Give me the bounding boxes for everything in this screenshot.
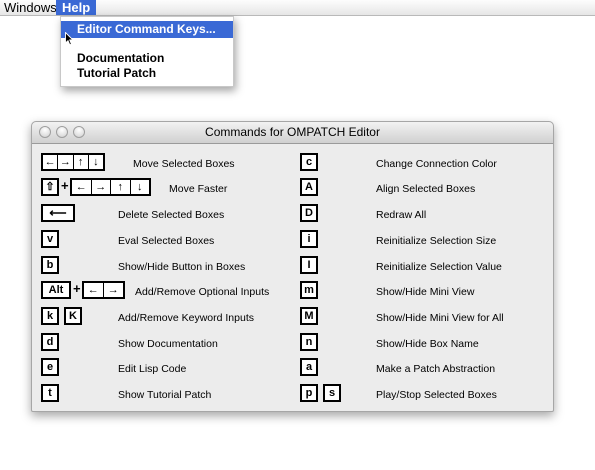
up-arrow-key: ↑ bbox=[111, 180, 131, 194]
command-label: Align Selected Boxes bbox=[376, 183, 476, 195]
backspace-key-icon: ⟵ bbox=[41, 204, 75, 222]
command-row-play-stop: p s Play/Stop Selected Boxes bbox=[300, 382, 550, 406]
command-row-eval: v Eval Selected Boxes bbox=[32, 228, 292, 252]
command-row-documentation: d Show Documentation bbox=[32, 331, 292, 355]
right-arrow-key: → bbox=[107, 284, 119, 296]
left-arrow-key: ← bbox=[72, 180, 92, 194]
command-label: Add/Remove Keyword Inputs bbox=[118, 312, 254, 324]
left-arrow-key: ← bbox=[43, 155, 59, 169]
key-i: i bbox=[300, 230, 318, 248]
command-label: Add/Remove Optional Inputs bbox=[135, 286, 270, 298]
key-m: m bbox=[300, 281, 318, 299]
command-label: Delete Selected Boxes bbox=[118, 209, 225, 221]
key-v: v bbox=[41, 230, 59, 248]
command-label: Redraw All bbox=[376, 209, 427, 221]
command-label: Show Tutorial Patch bbox=[118, 389, 212, 401]
command-label: Change Connection Color bbox=[376, 158, 497, 170]
command-row-move-faster: ⇧ + ← → ↑ ↓ Move Faster bbox=[32, 176, 292, 200]
plus-sign: + bbox=[73, 281, 81, 296]
down-arrow-key: ↓ bbox=[137, 181, 143, 193]
command-label: Eval Selected Boxes bbox=[118, 235, 215, 247]
commands-window: Commands for OMPATCH Editor ← → ↑ ↓ Move… bbox=[31, 121, 554, 412]
up-arrow-key: ↑ bbox=[74, 155, 89, 169]
command-row-edit-lisp: e Edit Lisp Code bbox=[32, 356, 292, 380]
left-arrow-key: ← bbox=[84, 283, 104, 297]
help-dropdown-menu: Editor Command Keys... Documentation Tut… bbox=[60, 16, 234, 87]
command-row-mini-view-all: M Show/Hide Mini View for All bbox=[300, 305, 550, 329]
command-row-keyword-inputs: k K Add/Remove Keyword Inputs bbox=[32, 305, 292, 329]
command-row-show-hide-button: b Show/Hide Button in Boxes bbox=[32, 254, 292, 278]
mouse-pointer-icon bbox=[65, 32, 74, 46]
command-row-tutorial: t Show Tutorial Patch bbox=[32, 382, 292, 406]
command-label: Move Selected Boxes bbox=[133, 158, 235, 170]
command-row-optional-inputs: Alt + ← → Add/Remove Optional Inputs bbox=[32, 279, 292, 303]
command-row-align: A Align Selected Boxes bbox=[300, 176, 550, 200]
key-a: a bbox=[300, 358, 318, 376]
command-row-mini-view: m Show/Hide Mini View bbox=[300, 279, 550, 303]
alt-key: Alt bbox=[41, 281, 71, 299]
arrow-keys-group: ← → bbox=[82, 281, 125, 299]
command-row-move-selected: ← → ↑ ↓ Move Selected Boxes bbox=[32, 151, 292, 175]
menu-bar: Windows Help bbox=[0, 0, 595, 16]
menu-windows[interactable]: Windows bbox=[0, 0, 63, 15]
command-row-reinit-size: i Reinitialize Selection Size bbox=[300, 228, 550, 252]
commands-table: ← → ↑ ↓ Move Selected Boxes ⇧ + ← → ↑ ↓ … bbox=[32, 144, 553, 411]
command-label: Show/Hide Mini View for All bbox=[376, 312, 504, 324]
right-arrow-key: → bbox=[92, 180, 111, 194]
command-row-abstraction: a Make a Patch Abstraction bbox=[300, 356, 550, 380]
plus-sign: + bbox=[61, 178, 69, 193]
key-p: p bbox=[300, 384, 318, 402]
arrow-keys-group: ← → ↑ ↓ bbox=[70, 178, 151, 196]
command-label: Make a Patch Abstraction bbox=[376, 363, 496, 375]
command-label: Play/Stop Selected Boxes bbox=[376, 389, 497, 401]
command-row-redraw: D Redraw All bbox=[300, 202, 550, 226]
command-row-box-name: n Show/Hide Box Name bbox=[300, 331, 550, 355]
command-label: Reinitialize Selection Value bbox=[376, 261, 502, 273]
command-label: Show/Hide Button in Boxes bbox=[118, 261, 246, 273]
menu-item-editor-command-keys[interactable]: Editor Command Keys... bbox=[61, 21, 233, 38]
command-label: Move Faster bbox=[169, 183, 228, 195]
window-titlebar[interactable]: Commands for OMPATCH Editor bbox=[32, 122, 553, 144]
key-n: n bbox=[300, 333, 318, 351]
command-label: Show/Hide Mini View bbox=[376, 286, 475, 298]
command-label: Show/Hide Box Name bbox=[376, 338, 479, 350]
arrow-keys-group: ← → ↑ ↓ bbox=[41, 153, 105, 171]
command-label: Show Documentation bbox=[118, 338, 218, 350]
key-t: t bbox=[41, 384, 59, 402]
right-arrow-key: → bbox=[58, 155, 74, 169]
key-b: b bbox=[41, 256, 59, 274]
command-row-delete: ⟵ Delete Selected Boxes bbox=[32, 202, 292, 226]
key-shift-m: M bbox=[300, 307, 318, 325]
down-arrow-key: ↓ bbox=[93, 156, 99, 168]
key-d: d bbox=[41, 333, 59, 351]
menu-help[interactable]: Help bbox=[56, 0, 97, 15]
key-e: e bbox=[41, 358, 59, 376]
key-s: s bbox=[323, 384, 341, 402]
window-title: Commands for OMPATCH Editor bbox=[205, 125, 380, 139]
command-row-connection-color: c Change Connection Color bbox=[300, 151, 550, 175]
key-shift-a: A bbox=[300, 178, 318, 196]
command-label: Edit Lisp Code bbox=[118, 363, 187, 375]
key-c: c bbox=[300, 153, 318, 171]
key-shift-d: D bbox=[300, 204, 318, 222]
command-label: Reinitialize Selection Size bbox=[376, 235, 497, 247]
menu-item-tutorial-patch[interactable]: Tutorial Patch bbox=[61, 65, 233, 82]
key-shift-k: K bbox=[64, 307, 82, 325]
key-shift-i: I bbox=[300, 256, 318, 274]
command-row-reinit-value: I Reinitialize Selection Value bbox=[300, 254, 550, 278]
key-k: k bbox=[41, 307, 59, 325]
shift-key-icon: ⇧ bbox=[41, 178, 59, 196]
